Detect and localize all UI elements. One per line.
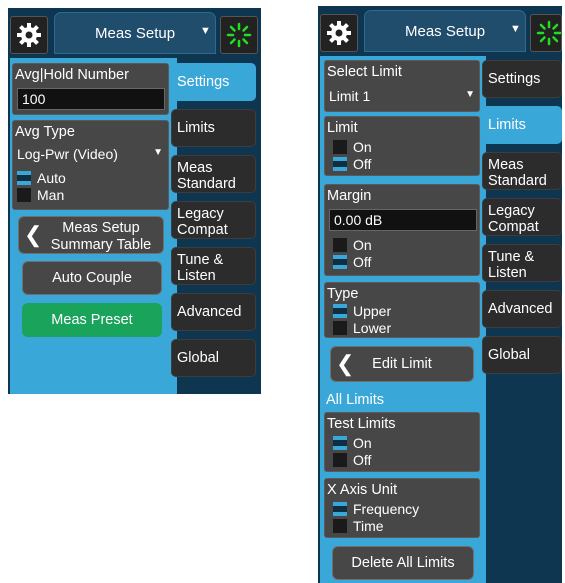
type-group: Type Upper Lower xyxy=(324,282,480,338)
gear-icon xyxy=(17,23,41,47)
tab-tune-listen[interactable]: Tune & Listen xyxy=(482,244,562,282)
tab-legacy-compat[interactable]: Legacy Compat xyxy=(171,201,256,239)
limit-group: Limit On Off xyxy=(324,116,480,176)
meas-setup-panel-left: Meas Setup ▼ Settings Limits Meas Standar… xyxy=(8,8,261,394)
tab-legacy-compat[interactable]: Legacy Compat xyxy=(482,198,562,236)
avg-type-value: Log-Pwr (Video) xyxy=(17,146,118,162)
triangle-down-icon: ▼ xyxy=(153,147,163,158)
tab-advanced[interactable]: Advanced xyxy=(171,293,256,331)
tab-meas-standard[interactable]: Meas Standard xyxy=(482,152,562,190)
menu-title-button[interactable]: Meas Setup ▼ xyxy=(364,10,526,52)
tab-settings[interactable]: Settings xyxy=(171,63,256,101)
select-limit-value: Limit 1 xyxy=(329,88,371,104)
avg-type-dropdown[interactable]: Log-Pwr (Video) ▼ xyxy=(17,146,165,164)
busy-indicator xyxy=(530,14,562,52)
tab-limits[interactable]: Limits xyxy=(482,106,562,144)
tab-global[interactable]: Global xyxy=(482,336,562,374)
settings-button[interactable] xyxy=(10,16,48,54)
triangle-down-icon: ▼ xyxy=(465,89,475,100)
margin-label: Margin xyxy=(327,188,372,204)
top-bar: Meas Setup ▼ xyxy=(8,8,261,54)
settings-button[interactable] xyxy=(320,14,358,52)
busy-indicator xyxy=(220,16,258,54)
menu-title: Meas Setup xyxy=(95,25,176,42)
margin-group: Margin 0.00 dB On Off xyxy=(324,184,480,276)
auto-couple-button[interactable]: Auto Couple xyxy=(22,261,162,295)
avg-type-group: Avg Type Log-Pwr (Video) ▼ Auto Man xyxy=(12,120,169,210)
meas-preset-button[interactable]: Meas Preset xyxy=(22,303,162,337)
margin-field[interactable]: 0.00 dB xyxy=(329,209,477,231)
select-limit-label: Select Limit xyxy=(327,64,402,80)
chevron-left-icon: ❮ xyxy=(336,351,355,376)
menu-title: Meas Setup xyxy=(405,23,486,40)
test-limits-group: Test Limits On Off xyxy=(324,412,480,472)
tab-settings[interactable]: Settings xyxy=(482,60,562,98)
avg-hold-number-label: Avg|Hold Number xyxy=(15,67,129,83)
limit-label: Limit xyxy=(327,120,358,136)
tab-global[interactable]: Global xyxy=(171,339,256,377)
select-limit-group: Select Limit Limit 1 ▼ xyxy=(324,60,480,112)
test-limits-label: Test Limits xyxy=(327,416,396,432)
menu-title-button[interactable]: Meas Setup ▼ xyxy=(54,12,216,54)
triangle-down-icon: ▼ xyxy=(510,23,521,35)
delete-all-limits-button[interactable]: Delete All Limits xyxy=(332,546,474,580)
avg-hold-number-group: Avg|Hold Number 100 xyxy=(12,63,169,115)
type-label: Type xyxy=(327,286,359,302)
tab-meas-standard[interactable]: Meas Standard xyxy=(171,155,256,193)
tab-tune-listen[interactable]: Tune & Listen xyxy=(171,247,256,285)
chevron-left-icon: ❮ xyxy=(24,222,43,247)
tab-limits[interactable]: Limits xyxy=(171,109,256,147)
x-axis-unit-group: X Axis Unit Frequency Time xyxy=(324,478,480,538)
avg-hold-number-field[interactable]: 100 xyxy=(17,88,165,110)
gear-icon xyxy=(327,21,351,45)
spinner-icon xyxy=(226,22,252,48)
edit-limit-button[interactable]: ❮ Edit Limit xyxy=(330,346,474,382)
all-limits-header: All Limits xyxy=(326,392,385,408)
meas-setup-panel-right: Meas Setup ▼ Settings Limits Meas Standar… xyxy=(318,6,562,583)
tab-advanced[interactable]: Advanced xyxy=(482,290,562,328)
x-axis-unit-label: X Axis Unit xyxy=(327,482,398,498)
select-limit-dropdown[interactable]: Limit 1 ▼ xyxy=(329,88,477,106)
top-bar: Meas Setup ▼ xyxy=(318,6,562,52)
meas-setup-summary-button[interactable]: ❮ Meas Setup Summary Table xyxy=(18,216,164,254)
spinner-icon xyxy=(536,20,562,46)
avg-type-label: Avg Type xyxy=(15,124,75,140)
triangle-down-icon: ▼ xyxy=(200,25,211,37)
